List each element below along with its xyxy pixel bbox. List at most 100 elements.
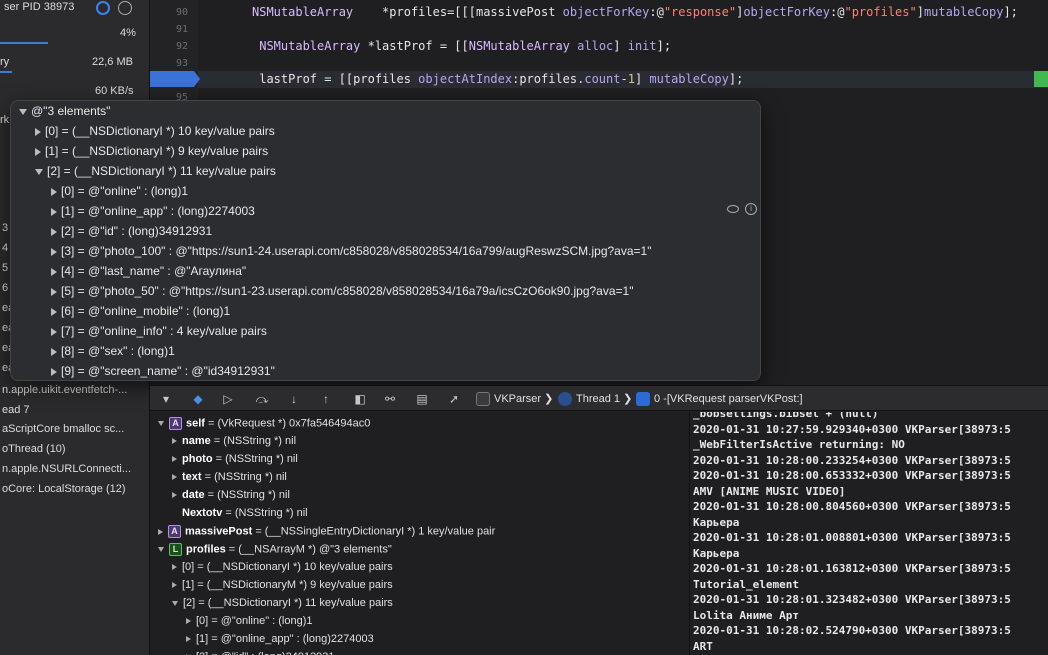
disclosure-closed-icon[interactable] — [51, 267, 57, 276]
disclosure-open-icon[interactable] — [19, 108, 27, 115]
step-into-icon[interactable]: ↓ — [286, 391, 302, 407]
variable-row[interactable]: AmassivePost = (__NSSingleEntryDictionar… — [158, 525, 495, 538]
navigator-row[interactable]: 6 — [2, 282, 8, 294]
variable-name: self — [186, 417, 205, 430]
code-line[interactable]: lastProf = [[profiles objectAtIndex:prof… — [252, 72, 743, 86]
navigator-row[interactable]: 60 KB/s — [95, 85, 134, 97]
popover-item[interactable]: [3] = @"photo_100" : @"https://sun1-24.u… — [51, 244, 651, 258]
variable-row[interactable]: [2] = (__NSDictionaryI *) 11 key/value p… — [172, 597, 393, 609]
disclosure-open-icon[interactable] — [35, 168, 43, 175]
popover-item[interactable]: [2] = @"id" : (long)34912931 — [51, 224, 212, 238]
continue-icon[interactable]: ▷ — [220, 391, 236, 407]
disclosure-closed-icon[interactable] — [51, 187, 57, 196]
navigator-row[interactable]: ser PID 38973 — [4, 1, 74, 13]
toggle-console-icon[interactable]: ▾ — [158, 391, 174, 407]
variable-row[interactable]: [2] = @"id" : (long)34912931 — [186, 651, 335, 655]
popover-item[interactable]: [8] = @"sex" : (long)1 — [51, 344, 175, 358]
disclosure-open-icon[interactable] — [158, 547, 164, 552]
popover-item[interactable]: [6] = @"online_mobile" : (long)1 — [51, 304, 230, 318]
disclosure-closed-icon[interactable] — [51, 307, 57, 316]
info-icon[interactable]: i — [745, 203, 757, 215]
variable-row[interactable]: name = (NSString *) nil — [172, 435, 296, 447]
popover-item[interactable]: [0] = (__NSDictionaryI *) 10 key/value p… — [35, 124, 275, 138]
navigator-row[interactable]: ry — [0, 56, 9, 68]
navigator-row[interactable]: 3 — [2, 222, 8, 234]
navigator-row[interactable]: n.apple.NSURLConnecti... — [2, 463, 131, 475]
navigator-row[interactable]: 4 — [2, 242, 8, 254]
disclosure-open-icon[interactable] — [172, 600, 178, 606]
code-line[interactable]: NSMutableArray *lastProf = [[NSMutableAr… — [252, 39, 671, 53]
disclosure-closed-icon[interactable] — [35, 147, 41, 156]
variable-row[interactable]: text = (NSString *) nil — [172, 471, 287, 483]
console-output[interactable]: _bobsettings.bibsel + (null) 2020-01-31 1… — [691, 412, 1048, 655]
disclosure-closed-icon[interactable] — [51, 367, 57, 376]
breakpoint-indicator[interactable] — [150, 71, 200, 87]
disclosure-closed-icon[interactable] — [51, 327, 57, 336]
disclosure-closed-icon[interactable] — [172, 474, 177, 481]
variable-value: = (NSString *) nil — [204, 489, 290, 501]
disclosure-closed-icon[interactable] — [51, 287, 57, 296]
disclosure-closed-icon[interactable] — [51, 207, 57, 216]
navigator-row[interactable]: oThread (10) — [2, 443, 66, 455]
variable-row[interactable]: Nextotv = (NSString *) nil — [172, 507, 308, 519]
navigator-row[interactable]: oCore: LocalStorage (12) — [2, 483, 126, 495]
breadcrumb-thread[interactable]: Thread 1 ❯ — [558, 392, 632, 407]
variable-row[interactable]: Aself = (VkRequest *) 0x7fa546494ac0 — [158, 417, 370, 430]
popover-item[interactable]: [4] = @"last_name" : @"Агаулина" — [51, 264, 246, 278]
disclosure-closed-icon[interactable] — [172, 492, 177, 499]
line-number: 91 — [175, 24, 188, 35]
disclosure-closed-icon[interactable] — [158, 528, 163, 535]
popover-item[interactable]: [7] = @"online_info" : 4 key/value pairs — [51, 324, 267, 338]
variable-row[interactable]: date = (NSString *) nil — [172, 489, 290, 501]
popover-item[interactable]: [9] = @"screen_name" : @"id34912931" — [51, 364, 275, 378]
disclosure-closed-icon[interactable] — [172, 582, 177, 589]
popover-root-value[interactable]: @"3 elements" — [19, 104, 110, 118]
navigator-row[interactable]: n.apple.uikit.eventfetch-... — [2, 384, 127, 396]
view-hierarchy-icon[interactable]: ◧ — [352, 391, 368, 407]
disclosure-closed-icon[interactable] — [51, 347, 57, 356]
code-token: *lastProf = [[ — [360, 39, 469, 53]
popover-item[interactable]: [2] = (__NSDictionaryI *) 11 key/value p… — [35, 164, 276, 178]
popover-item[interactable]: [1] = (__NSDictionaryI *) 9 key/value pa… — [35, 144, 268, 158]
disclosure-open-icon[interactable] — [158, 421, 164, 426]
code-line[interactable]: NSMutableArray *profiles=[[[massivePost … — [252, 5, 1018, 19]
navigator-row[interactable]: rk — [0, 114, 9, 126]
code-token: alloc — [577, 39, 614, 53]
navigator-row[interactable]: 4% — [120, 27, 136, 39]
quick-look-eye-icon[interactable] — [727, 205, 739, 213]
memory-graph-icon[interactable]: ⚯ — [382, 391, 398, 407]
variable-inspector-popover[interactable]: i @"3 elements" [0] = (__NSDictionaryI *)… — [10, 100, 761, 381]
disclosure-closed-icon[interactable] — [172, 456, 177, 463]
breadcrumb-frame[interactable]: 0 -[VKRequest parserVKPost:] — [636, 392, 803, 406]
breakpoints-toggle-icon[interactable]: ◆ — [190, 391, 206, 407]
simulate-location-icon[interactable]: ➚ — [446, 391, 462, 407]
popover-item-text: [7] = @"online_info" : 4 key/value pairs — [61, 324, 267, 338]
step-over-icon[interactable]: ⤼ — [254, 391, 270, 407]
navigator-row[interactable]: aScriptCore bmalloc sc... — [2, 423, 124, 435]
variables-view[interactable]: Aself = (VkRequest *) 0x7fa546494ac0 name… — [150, 412, 690, 655]
variable-row[interactable]: photo = (NSString *) nil — [172, 453, 298, 465]
variable-row[interactable]: [0] = (__NSDictionaryI *) 10 key/value p… — [172, 561, 393, 573]
disclosure-closed-icon[interactable] — [35, 127, 41, 136]
popover-item[interactable]: [0] = @"online" : (long)1 — [51, 184, 188, 198]
variable-row[interactable]: Lprofiles = (__NSArrayM *) @"3 elements" — [158, 543, 392, 556]
disclosure-closed-icon[interactable] — [51, 247, 57, 256]
popover-item[interactable]: [1] = @"online_app" : (long)2274003 — [51, 204, 255, 218]
navigator-row[interactable]: 5 — [2, 262, 8, 274]
variable-row[interactable]: [1] = @"online_app" : (long)2274003 — [186, 633, 374, 645]
popover-item[interactable]: [5] = @"photo_50" : @"https://sun1-23.us… — [51, 284, 633, 298]
gauge-icon[interactable] — [96, 1, 110, 15]
disclosure-closed-icon[interactable] — [186, 636, 191, 643]
threads-icon[interactable] — [118, 1, 132, 15]
step-out-icon[interactable]: ↑ — [318, 391, 334, 407]
variable-row[interactable]: [0] = @"online" : (long)1 — [186, 615, 313, 627]
breadcrumb-target[interactable]: VKParser ❯ — [476, 392, 553, 407]
disclosure-closed-icon[interactable] — [172, 564, 177, 571]
variable-row[interactable]: [1] = (__NSDictionaryM *) 9 key/value pa… — [172, 579, 393, 591]
navigator-row[interactable]: ead 7 — [2, 404, 30, 416]
environment-overrides-icon[interactable]: ▤ — [414, 391, 430, 407]
disclosure-closed-icon[interactable] — [172, 438, 177, 445]
disclosure-closed-icon[interactable] — [51, 227, 57, 236]
disclosure-closed-icon[interactable] — [186, 618, 191, 625]
navigator-row[interactable]: 22,6 MB — [92, 56, 133, 68]
